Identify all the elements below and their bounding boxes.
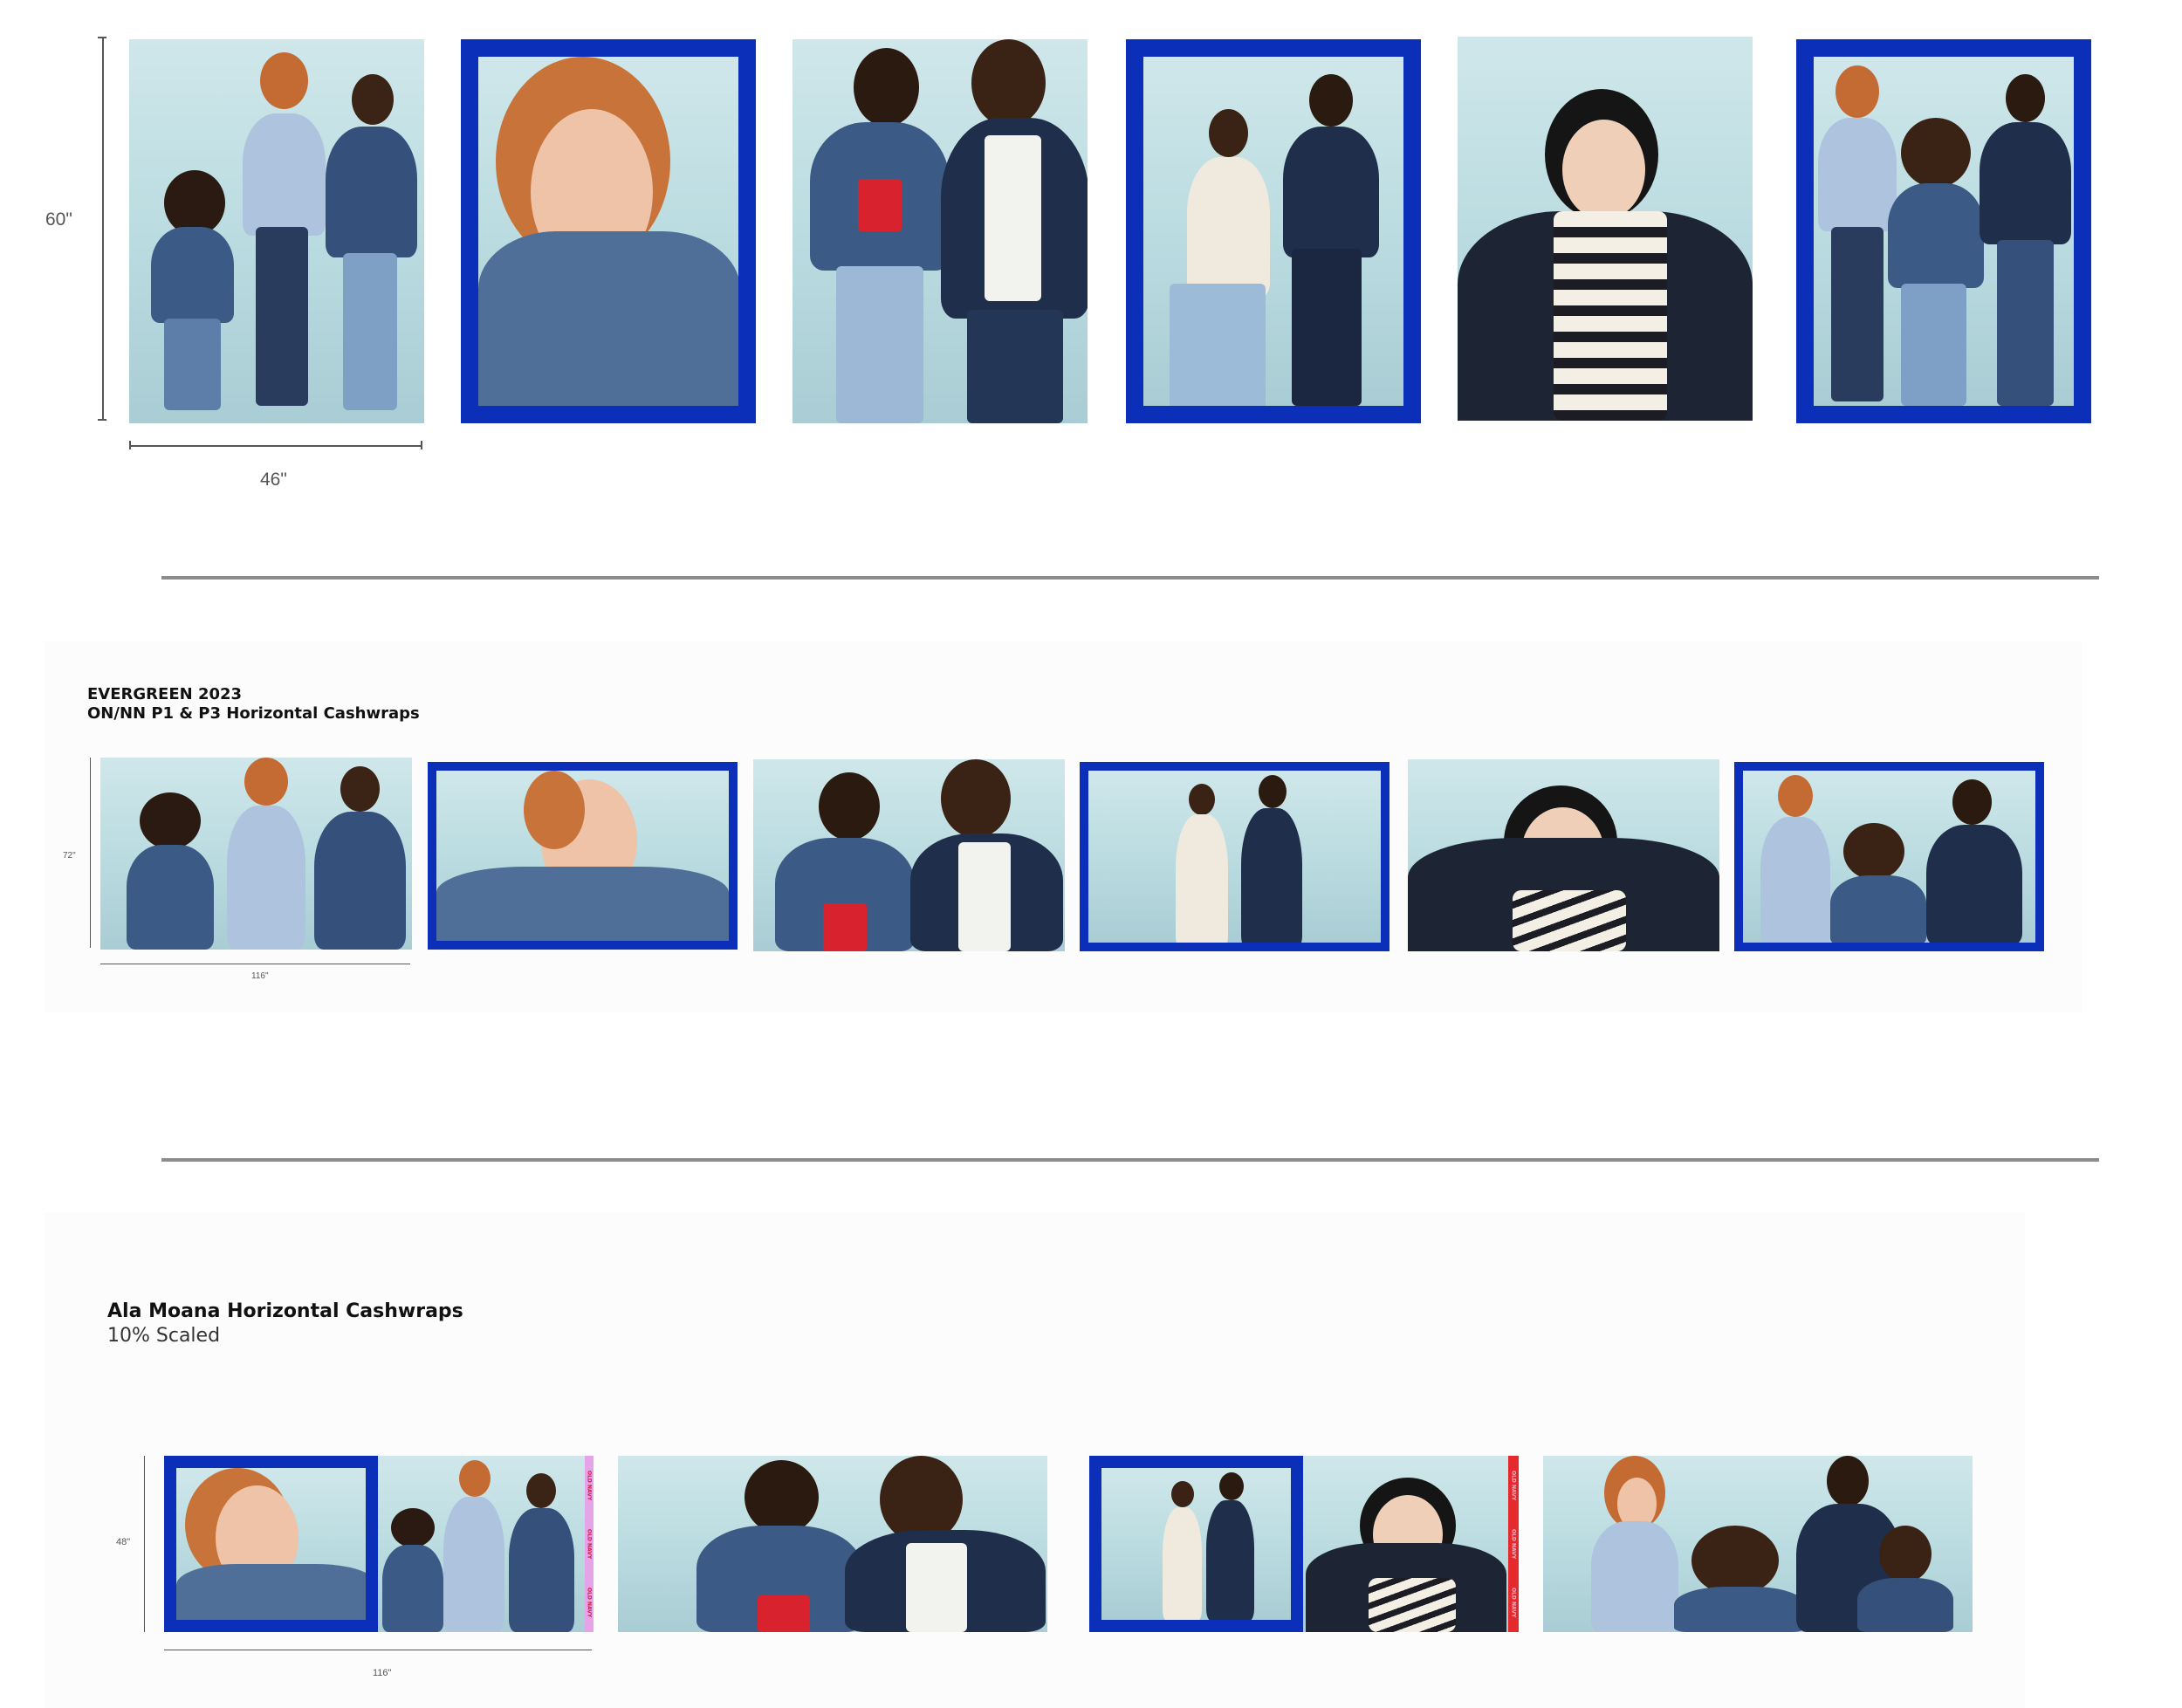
person-figure	[1926, 779, 2022, 943]
panel-group-laughing	[1543, 1456, 1973, 1632]
width-dimension-label: 116"	[251, 971, 269, 981]
person-figure	[1818, 65, 1897, 406]
panel-pair-laughing	[793, 39, 1088, 423]
panel-pair-laughing	[618, 1456, 1047, 1632]
section-subtitle: 10% Scaled	[107, 1325, 221, 1347]
height-dimension-tick-top	[98, 37, 106, 38]
brand-tape-strip: OLD NAVY OLD NAVY OLD NAVY	[585, 1456, 594, 1632]
height-dimension-tick-bottom	[98, 419, 106, 421]
person-figure	[238, 52, 326, 410]
width-dimension-label: 116"	[373, 1668, 392, 1678]
person-figure	[1458, 37, 1753, 421]
person-figure	[1591, 1456, 1678, 1632]
panel-wide-portrait-trio: OLD NAVY OLD NAVY OLD NAVY	[164, 1456, 594, 1632]
person-figure	[122, 792, 218, 950]
person-figure	[478, 57, 738, 406]
person-figure	[147, 170, 234, 415]
brand-tape-strip: OLD NAVY OLD NAVY OLD NAVY OLD NAVY	[2036, 762, 2044, 951]
panel-woman-scarf	[1408, 759, 1719, 951]
height-dimension-label: 72"	[63, 851, 76, 861]
height-dimension-label: 60"	[45, 209, 72, 230]
height-dimension-label: 48"	[116, 1537, 131, 1547]
height-dimension-line	[144, 1456, 145, 1632]
panel-framed-duo: OLD NAVY OLD NAVY OLD NAVY OLD NAVY	[1080, 762, 1389, 951]
panel-framed-duo: OLD NAVY OLD NAVY OLD NAVY OLD NAVY OLD NAVY	[1126, 39, 1421, 423]
brand-tape-strip: OLD NAVY OLD NAVY OLD NAVY	[1508, 1456, 1519, 1632]
person-figure	[775, 772, 915, 951]
brand-tape-strip: OLD NAVY OLD NAVY OLD NAVY OLD NAVY OLD NAVY	[1405, 39, 1421, 423]
person-figure	[1980, 74, 2071, 406]
panel-group-three-denim	[129, 39, 424, 423]
person-figure	[314, 766, 406, 950]
person-figure	[1274, 74, 1379, 406]
person-figure	[326, 74, 417, 415]
panel-woman-scarf	[1458, 37, 1753, 421]
person-figure	[1176, 784, 1228, 943]
inner-framed-duo	[1089, 1456, 1303, 1632]
person-figure	[810, 48, 950, 423]
panel-wide-duo-scarf: OLD NAVY OLD NAVY OLD NAVY	[1089, 1456, 1519, 1632]
panel-framed-group: OLD NAVY OLD NAVY OLD NAVY OLD NAVY OLD NAVY	[1796, 39, 2091, 423]
person-figure	[1760, 775, 1830, 943]
person-figure	[1170, 109, 1274, 406]
panel-framed-portrait: OLD NAVY OLD NAVY OLD NAVY OLD NAVY	[461, 39, 756, 423]
brand-tape-strip: OLD NAVY OLD NAVY OLD NAVY OLD NAVY	[730, 762, 738, 950]
person-figure	[845, 1456, 1046, 1632]
person-figure	[1888, 118, 1984, 406]
person-figure	[509, 1473, 574, 1632]
panel-pair-laughing	[753, 759, 1065, 951]
brand-tape-strip: OLD NAVY OLD NAVY OLD NAVY OLD NAVY	[740, 39, 756, 423]
person-figure	[1857, 1526, 1953, 1632]
section-title: EVERGREEN 2023	[87, 685, 243, 703]
person-figure	[1241, 775, 1302, 943]
panel-framed-group: OLD NAVY OLD NAVY OLD NAVY OLD NAVY	[1734, 762, 2044, 951]
panel-group-three-denim	[100, 758, 412, 950]
height-dimension-line	[102, 37, 104, 421]
brand-tape-strip: OLD NAVY OLD NAVY OLD NAVY OLD NAVY	[1382, 762, 1389, 951]
person-figure	[382, 1508, 443, 1632]
section-subtitle: ON/NN P1 & P3 Horizontal Cashwraps	[87, 704, 420, 723]
section-title: Ala Moana Horizontal Cashwraps	[107, 1300, 463, 1322]
width-dimension-line	[129, 445, 422, 447]
person-figure	[1674, 1526, 1805, 1632]
person-figure	[941, 39, 1088, 423]
width-dimension-tick-right	[421, 441, 422, 449]
section-divider	[161, 576, 2099, 580]
person-figure	[223, 758, 310, 950]
width-dimension-label: 46"	[260, 470, 287, 490]
person-figure	[696, 1460, 862, 1632]
person-figure	[1830, 823, 1926, 943]
person-figure	[443, 1460, 504, 1632]
brand-tape-strip: OLD NAVY OLD NAVY OLD NAVY OLD NAVY OLD NAVY	[2076, 39, 2091, 423]
section-divider	[161, 1158, 2099, 1162]
inner-framed-portrait	[164, 1456, 378, 1632]
height-dimension-line	[90, 758, 91, 948]
width-dimension-tick-left	[129, 441, 131, 449]
person-figure	[910, 759, 1063, 951]
panel-framed-portrait: OLD NAVY OLD NAVY OLD NAVY OLD NAVY	[428, 762, 738, 950]
